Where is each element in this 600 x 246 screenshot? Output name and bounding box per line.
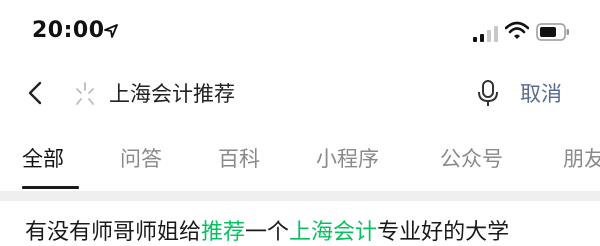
tab-official-account[interactable]: 公众号: [440, 143, 503, 173]
cancel-button[interactable]: 取消: [520, 78, 562, 108]
result-text: 一个: [245, 220, 290, 245]
status-bar: 20:00: [0, 0, 600, 66]
tab-mini-program[interactable]: 小程序: [316, 143, 379, 173]
back-icon[interactable]: [22, 78, 50, 108]
tab-all[interactable]: 全部: [22, 143, 64, 173]
result-text: 有没有师哥师姐给: [25, 220, 202, 245]
section-divider: [0, 191, 600, 201]
sparkle-icon: [76, 82, 94, 105]
microphone-icon[interactable]: [476, 78, 500, 108]
category-tabs: 全部 问答 百科 小程序 公众号 朋友: [0, 125, 600, 191]
tab-qa[interactable]: 问答: [120, 143, 162, 173]
tab-friends[interactable]: 朋友: [563, 143, 600, 173]
result-highlight: 上海会计: [289, 220, 378, 245]
wifi-icon: [505, 21, 529, 39]
search-result-title[interactable]: 有没有师哥师姐给推荐一个上海会计专业好的大学: [25, 214, 600, 246]
active-tab-indicator: [22, 186, 79, 189]
tab-encyclopedia[interactable]: 百科: [218, 143, 260, 173]
result-highlight: 推荐: [201, 220, 246, 245]
signal-icon: [473, 26, 498, 42]
result-text: 专业好的大学: [377, 220, 510, 245]
search-input[interactable]: 上海会计推荐: [109, 78, 235, 108]
location-arrow-icon: [104, 24, 118, 38]
status-time: 20:00: [32, 18, 105, 43]
battery-icon: [536, 23, 569, 41]
search-bar: 上海会计推荐 取消: [0, 66, 600, 122]
